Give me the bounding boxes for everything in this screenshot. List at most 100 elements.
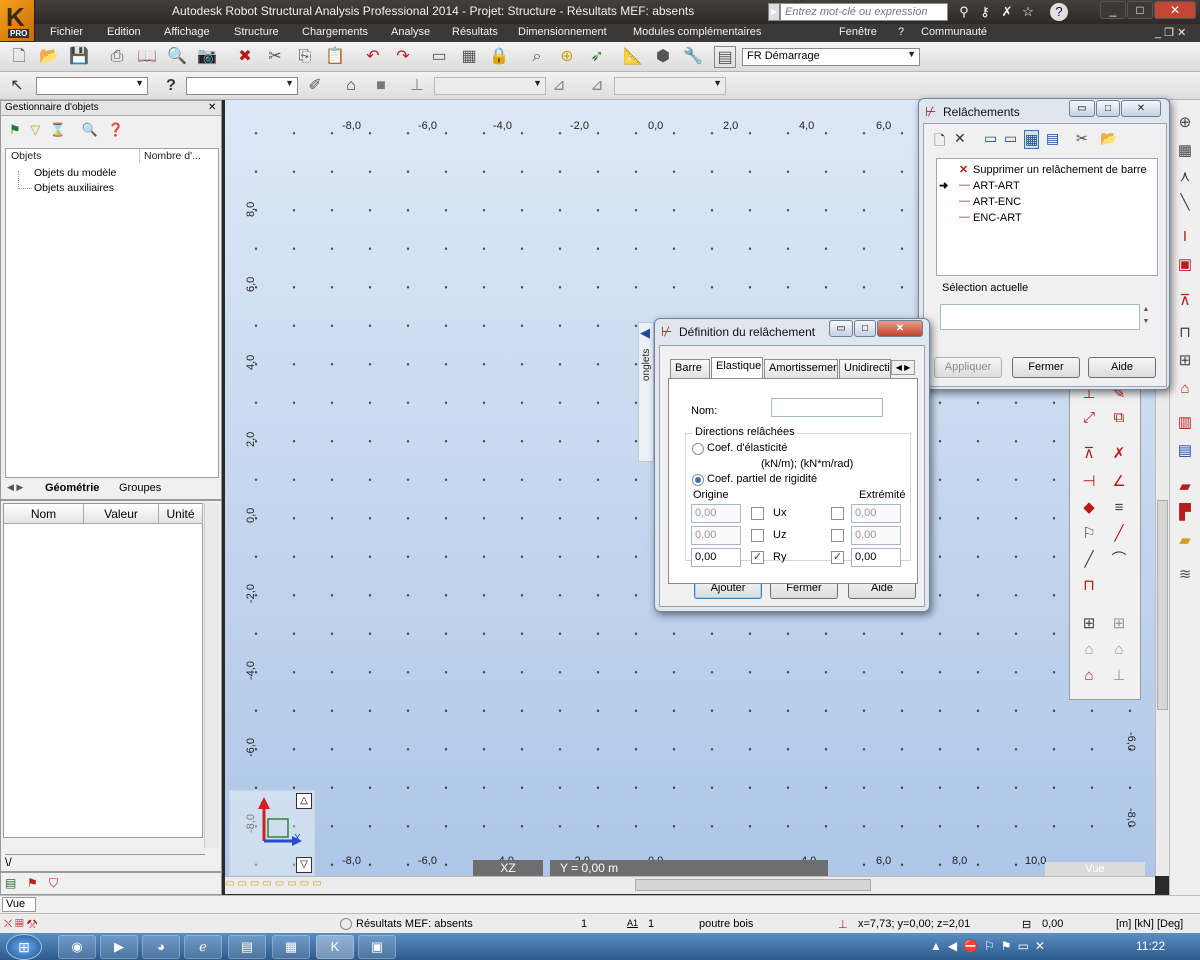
firefox-icon[interactable]: ◕: [142, 935, 180, 959]
maximize-button[interactable]: □: [1096, 100, 1120, 117]
view-plane[interactable]: XZ: [473, 860, 543, 876]
binoculars-icon[interactable]: ⚲: [955, 3, 973, 21]
support-icon[interactable]: ⊥: [406, 75, 428, 97]
square-icon[interactable]: ■: [370, 75, 392, 97]
redo-icon[interactable]: ↷: [392, 46, 414, 68]
case-combo[interactable]: ▼: [186, 77, 298, 95]
panel-icon[interactable]: ▛: [1174, 502, 1196, 524]
objects-tab-icon[interactable]: ▤: [5, 876, 16, 890]
release-item-delete[interactable]: ✕ Supprimer un relâchement de barre: [937, 163, 1157, 178]
display-icon[interactable]: ▭: [428, 46, 450, 68]
key-icon[interactable]: ⚷: [976, 3, 994, 21]
copy-icon[interactable]: ⧉: [1108, 407, 1130, 429]
open-icon[interactable]: 📂: [1100, 130, 1117, 147]
scroll-thumb[interactable]: [635, 879, 871, 891]
tab-groupes[interactable]: Groupes: [119, 482, 161, 494]
camera-icon[interactable]: 📷: [196, 46, 218, 68]
plate-icon[interactable]: ▰: [1174, 476, 1196, 498]
minimize-button[interactable]: ▭: [829, 320, 853, 337]
copy-icon[interactable]: ⎘: [294, 46, 316, 68]
search-icon[interactable]: 🔍: [82, 122, 98, 137]
foundation-icon[interactable]: ⊥: [1108, 665, 1130, 687]
lock-icon[interactable]: 🔒: [488, 46, 510, 68]
solid-icon[interactable]: ▰: [1174, 530, 1196, 552]
undo-icon[interactable]: ↶: [362, 46, 384, 68]
section-icon[interactable]: I: [1174, 226, 1196, 248]
support-icon[interactable]: ⊼: [1174, 290, 1196, 312]
select-pointer-icon[interactable]: ↖: [6, 75, 28, 97]
units-value[interactable]: [m] [kN] [Deg]: [1116, 918, 1183, 930]
hourglass-icon[interactable]: ⌛: [50, 122, 66, 137]
truss-icon[interactable]: ⊞: [1078, 613, 1100, 635]
maximize-button[interactable]: □: [854, 320, 876, 337]
truss-alt-icon[interactable]: ⊞: [1108, 613, 1130, 635]
delete-icon[interactable]: ✖: [234, 46, 256, 68]
selection-combo[interactable]: ▼: [36, 77, 148, 95]
view-up-button[interactable]: △: [296, 793, 312, 809]
radio-partial[interactable]: [692, 474, 704, 486]
tab-amortissement[interactable]: Amortissement: [764, 359, 838, 378]
flag-icon[interactable]: ⚑: [9, 122, 21, 137]
horizontal-scrollbar[interactable]: ▭▭▭▭▭▭▭▭: [225, 876, 1155, 894]
tab-elastique[interactable]: Elastique: [711, 357, 763, 378]
paste-icon[interactable]: 📋: [324, 46, 346, 68]
zoom-page-icon[interactable]: 🔍: [166, 46, 188, 68]
view-details-icon[interactable]: ▭: [1004, 130, 1017, 147]
node-move-icon[interactable]: ⤢: [1078, 407, 1100, 429]
view-input[interactable]: Vue: [2, 897, 36, 912]
maximize-button[interactable]: □: [1127, 1, 1153, 19]
menu-chargements[interactable]: Chargements: [302, 26, 368, 38]
selection-spinner[interactable]: ▲ ▼: [1140, 304, 1152, 330]
properties-tab[interactable]: \/: [5, 854, 205, 870]
menu-analyse[interactable]: Analyse: [391, 26, 430, 38]
apply-button[interactable]: Appliquer: [934, 357, 1002, 378]
info-icon[interactable]: ❓: [108, 122, 124, 137]
table-icon[interactable]: ▤: [1174, 440, 1196, 462]
chrome-icon[interactable]: ◉: [58, 935, 96, 959]
ry-origin-input[interactable]: 0,00: [691, 548, 741, 567]
save-icon[interactable]: 💾: [68, 46, 90, 68]
view-y-level[interactable]: Y = 0,00 m: [550, 860, 828, 876]
menu-help[interactable]: ?: [898, 26, 904, 38]
start-button[interactable]: ⊞: [6, 934, 42, 960]
minimize-button[interactable]: ▭: [1069, 100, 1095, 117]
side-tab[interactable]: ◀ onglets: [638, 322, 654, 462]
bar-icon[interactable]: ╲: [1174, 192, 1196, 214]
house-icon[interactable]: ⌂: [1174, 378, 1196, 400]
workspace-select[interactable]: FR Démarrage ▼: [742, 48, 920, 66]
view-large-icon[interactable]: ▤: [1046, 130, 1059, 147]
release-item-enc-art[interactable]: — ENC-ART: [937, 211, 1157, 226]
open-icon[interactable]: 📂: [38, 46, 60, 68]
frame-icon[interactable]: ⊓: [1078, 575, 1100, 597]
selection-input[interactable]: [940, 304, 1140, 330]
scroll-thumb[interactable]: [1157, 500, 1168, 710]
arc-icon[interactable]: ⌒: [1108, 549, 1130, 571]
target-icon[interactable]: ⊕: [556, 46, 578, 68]
name-input[interactable]: [771, 398, 883, 417]
measure-icon[interactable]: 📐: [622, 46, 644, 68]
diagonal-icon[interactable]: ╱: [1078, 549, 1100, 571]
close-button[interactable]: ✕: [1121, 100, 1161, 117]
axes-icon[interactable]: ⊕: [1174, 112, 1196, 134]
new-icon[interactable]: 🗋: [934, 130, 945, 154]
close-icon[interactable]: ✕: [208, 102, 216, 113]
tab-barre[interactable]: Barre: [670, 359, 710, 378]
robot-app-icon[interactable]: K: [316, 935, 354, 959]
building-icon[interactable]: ⌂: [1078, 639, 1100, 661]
app-logo[interactable]: K PRO: [0, 0, 35, 41]
ux-origin-input[interactable]: 0,00: [691, 504, 741, 523]
load-icon[interactable]: ⊼: [1078, 443, 1100, 465]
menu-fenetre[interactable]: Fenêtre: [839, 26, 877, 38]
media-player-icon[interactable]: ▶: [100, 935, 138, 959]
properties-scrollbar[interactable]: [204, 503, 219, 848]
tab-geometrie[interactable]: Géométrie: [45, 482, 99, 494]
frame-icon[interactable]: ⌂: [340, 75, 362, 97]
word-icon[interactable]: ▣: [358, 935, 396, 959]
offset-icon[interactable]: ⊓: [1174, 322, 1196, 344]
menu-dimensionnement[interactable]: Dimensionnement: [518, 26, 607, 38]
ux-end-checkbox[interactable]: [831, 507, 844, 520]
view-list-icon[interactable]: ▭: [984, 130, 997, 147]
close-button[interactable]: ✕: [1154, 1, 1196, 19]
layers-icon[interactable]: ≋: [1174, 564, 1196, 586]
folder-icon[interactable]: ▦: [272, 935, 310, 959]
